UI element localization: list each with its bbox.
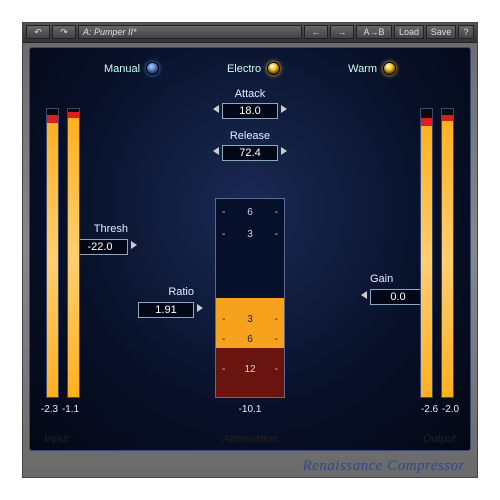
arc-mode-toggle[interactable]: Manual [104, 62, 159, 75]
plugin-title: Renaissance Compressor [302, 458, 465, 475]
plugin-window: ↶ ↷ A: Pumper II* ← → A→B Load Save ? Ma… [22, 22, 478, 478]
save-button[interactable]: Save [426, 25, 456, 39]
gain-value[interactable]: 0.0 [370, 289, 426, 305]
preset-display[interactable]: A: Pumper II* [78, 25, 302, 39]
output-section-label: Output [423, 433, 456, 445]
input-meters [46, 108, 80, 398]
ratio-value[interactable]: 1.91 [138, 302, 194, 318]
input-peak-l[interactable]: -2.3 [39, 404, 60, 415]
output-meter-r [441, 108, 454, 398]
output-peak-l[interactable]: -2.6 [419, 404, 440, 415]
input-meter-r [67, 108, 80, 398]
undo-button[interactable]: ↶ [26, 25, 50, 39]
slider-nub-icon[interactable] [131, 241, 137, 249]
input-readouts: -2.3 -1.1 [39, 404, 81, 415]
output-meter-l [420, 108, 433, 398]
slider-nub-icon[interactable] [361, 291, 367, 299]
atten-section-label: Attenuation [222, 433, 278, 445]
toolbar: ↶ ↷ A: Pumper II* ← → A→B Load Save ? [23, 23, 477, 43]
load-button[interactable]: Load [394, 25, 424, 39]
redo-button[interactable]: ↷ [52, 25, 76, 39]
release-label: Release [222, 130, 278, 142]
input-section-label: Input [44, 433, 68, 445]
thresh-label: Thresh [72, 223, 128, 235]
led-yellow-icon [383, 62, 396, 75]
character-mode-label: Electro [227, 63, 261, 75]
mode-row: Manual Electro Warm [30, 48, 470, 81]
attack-label: Attack [222, 88, 278, 100]
arc-mode-label: Manual [104, 63, 140, 75]
atten-peak[interactable]: -10.1 [230, 404, 270, 415]
character-mode-toggle[interactable]: Electro [227, 62, 280, 75]
gain-param: Gain 0.0 [370, 273, 426, 305]
help-button[interactable]: ? [458, 25, 474, 39]
output-meters [420, 108, 454, 398]
behavior-mode-label: Warm [348, 63, 377, 75]
attenuation-meter: -6- -3- -3- -6- -12- [215, 198, 285, 398]
slider-nub-icon[interactable] [197, 304, 203, 312]
next-preset-button[interactable]: → [330, 25, 354, 39]
attack-param: Attack 18.0 [222, 88, 278, 119]
ratio-param: Ratio 1.91 [138, 286, 194, 318]
thresh-value[interactable]: -22.0 [72, 239, 128, 255]
input-peak-r[interactable]: -1.1 [60, 404, 81, 415]
main-panel: Manual Electro Warm Attack 18.0 Release [29, 47, 471, 451]
behavior-mode-toggle[interactable]: Warm [348, 62, 396, 75]
input-meter-l [46, 108, 59, 398]
prev-preset-button[interactable]: ← [304, 25, 328, 39]
ratio-label: Ratio [138, 286, 194, 298]
output-readouts: -2.6 -2.0 [419, 404, 461, 415]
slider-nub-icon[interactable] [213, 105, 219, 113]
slider-nub-icon[interactable] [281, 147, 287, 155]
release-param: Release 72.4 [222, 130, 278, 161]
copy-ab-button[interactable]: A→B [356, 25, 392, 39]
slider-nub-icon[interactable] [213, 147, 219, 155]
attack-value[interactable]: 18.0 [222, 103, 278, 119]
led-blue-icon [146, 62, 159, 75]
gain-label: Gain [370, 273, 426, 285]
output-peak-r[interactable]: -2.0 [440, 404, 461, 415]
slider-nub-icon[interactable] [281, 105, 287, 113]
release-value[interactable]: 72.4 [222, 145, 278, 161]
led-yellow-icon [267, 62, 280, 75]
thresh-param: Thresh -22.0 [72, 223, 128, 255]
